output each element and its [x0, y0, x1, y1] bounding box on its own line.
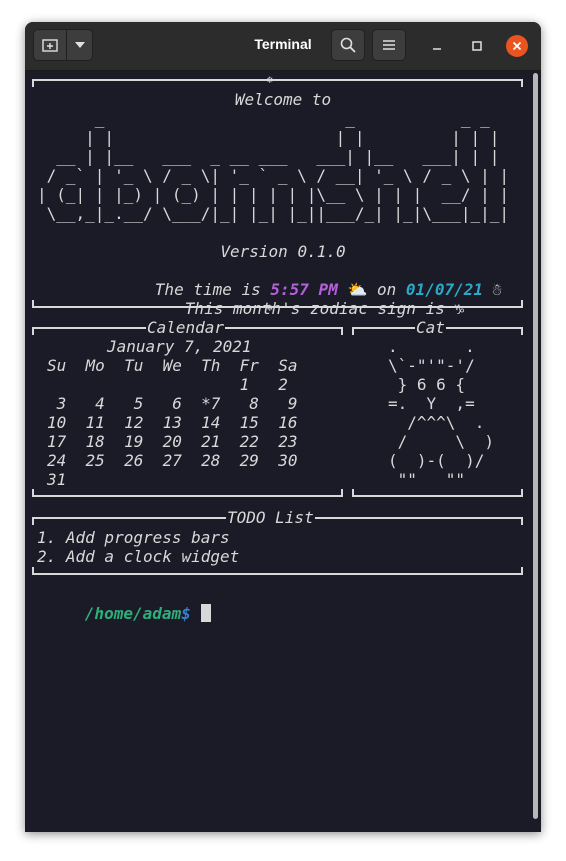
cat-top-left — [352, 327, 354, 335]
welcome-text: Welcome to — [234, 90, 332, 109]
close-button[interactable] — [506, 35, 528, 57]
cat-title: Cat — [415, 318, 446, 337]
calendar-week-2: 3 4 5 6 *7 8 9 — [47, 394, 298, 413]
maximize-button[interactable] — [467, 36, 487, 56]
menu-button[interactable] — [372, 29, 406, 61]
new-tab-icon — [42, 39, 58, 52]
goat-icon: ♑ — [454, 299, 465, 318]
ascii-logo: _ _ _ _ | | | | | | | __ | |__ ___ _ __ … — [37, 109, 510, 223]
calendar-month: January 7, 2021 — [107, 337, 252, 356]
calendar-title: Calendar — [146, 318, 226, 337]
header-bottom-left-corner — [32, 300, 34, 308]
todo-item-1: 1. Add progress bars — [37, 528, 230, 547]
header-top-right-corner — [521, 79, 523, 87]
zodiac-text: This month's zodiac sign is — [184, 299, 445, 318]
todo-item-2: 2. Add a clock widget — [37, 547, 240, 566]
text-cursor — [200, 604, 211, 622]
cat-bottom-border — [352, 495, 523, 497]
todo-bottom-right — [521, 567, 523, 575]
header-top-left-corner — [32, 79, 34, 87]
calendar-week-5: 24 25 26 27 28 29 30 — [47, 451, 298, 470]
minimize-button[interactable] — [427, 36, 447, 56]
snowflake-top: ❄ — [267, 75, 274, 86]
terminal-output[interactable]: ❄ Welcome to _ _ _ _ | | | | | | | __ | … — [25, 71, 541, 832]
snowman-icon: ☃ — [492, 280, 503, 299]
cat-top-right — [521, 327, 523, 335]
hamburger-menu-icon — [383, 40, 395, 50]
calendar-week-3: 10 11 12 13 14 15 16 — [47, 413, 298, 432]
chevron-down-icon — [74, 42, 85, 48]
prompt-symbol: $ — [181, 604, 191, 623]
todo-bottom-left — [32, 567, 34, 575]
close-icon — [512, 41, 522, 51]
header-bottom-right-corner — [521, 300, 523, 308]
prompt-path: /home/adam — [84, 604, 182, 623]
calendar-week-1: 1 2 — [47, 375, 288, 394]
scrollbar[interactable] — [533, 73, 538, 819]
calendar-bottom-left — [32, 489, 34, 497]
title-bar: Terminal — [25, 22, 541, 71]
calendar-week-6: 31 — [47, 470, 67, 489]
todo-top-right — [521, 517, 523, 525]
version-text: Version 0.1.0 — [220, 242, 346, 261]
new-tab-dropdown-button[interactable] — [66, 29, 93, 61]
search-button[interactable] — [331, 29, 365, 61]
todo-title: TODO List — [226, 508, 315, 527]
cat-ascii-art: . . \`-"'"-'/ } 6 6 { =. Y ,= /^^^\ . / … — [388, 337, 494, 489]
calendar-top-left — [32, 327, 34, 335]
window-title: Terminal — [254, 36, 312, 52]
terminal-window: Terminal ❄ Welcome to _ _ _ _ | | | | | … — [25, 22, 541, 832]
maximize-icon — [472, 41, 482, 51]
snowflake-bottom: ❄ — [267, 303, 274, 314]
cat-bottom-right — [521, 489, 523, 497]
cat-bottom-left — [352, 489, 354, 497]
minimize-icon — [433, 48, 441, 50]
todo-bottom-border — [32, 573, 523, 575]
calendar-top-right — [341, 327, 343, 335]
shell-prompt[interactable]: /home/adam$ — [27, 585, 211, 642]
calendar-days-header: Su Mo Tu We Th Fr Sa — [47, 356, 298, 375]
new-tab-button[interactable] — [33, 29, 67, 61]
todo-top-left — [32, 517, 34, 525]
search-icon — [340, 37, 356, 53]
header-top-border — [32, 79, 523, 81]
header-bottom-border — [32, 306, 523, 308]
calendar-week-4: 17 18 19 20 21 22 23 — [47, 432, 298, 451]
calendar-bottom-right — [341, 489, 343, 497]
